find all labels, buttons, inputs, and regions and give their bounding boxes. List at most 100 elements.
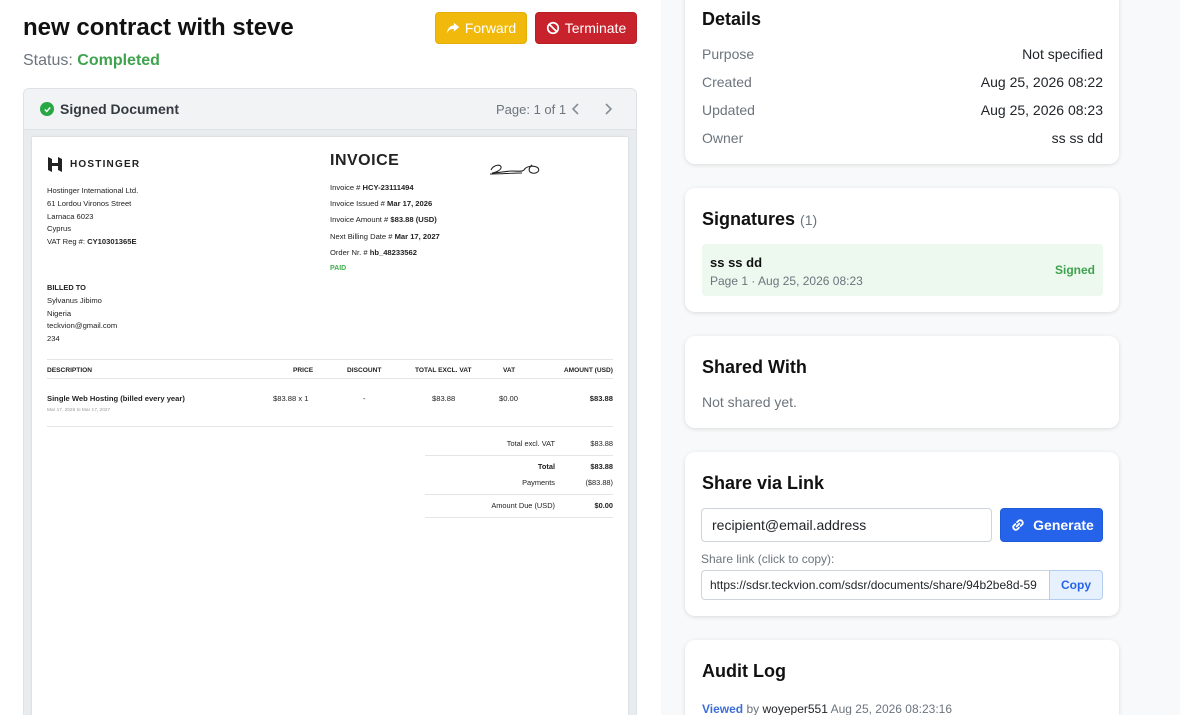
generate-label: Generate [1033,517,1094,533]
billed-line: 234 [47,334,60,344]
column-header: DESCRIPTION [47,367,93,374]
total-label: Total [537,462,555,471]
billed-line: teckvion@gmail.com [47,321,118,331]
payments-value: ($83.88) [585,478,613,487]
copy-button[interactable]: Copy [1049,570,1103,600]
item-discount: - [363,394,366,403]
signatures-card: Signatures (1) ss ss dd Page 1 · Aug 25,… [685,188,1119,312]
details-card: Details Purpose Not specified Created Au… [685,0,1119,164]
terminate-label: Terminate [564,20,627,36]
empty-state: Not shared yet. [702,394,797,410]
item-amount: $83.88 [589,394,613,403]
page-title: new contract with steve [23,14,294,41]
company-line: Hostinger International Ltd. [47,186,139,195]
email-field[interactable] [701,508,992,542]
item-vat: $0.00 [499,394,519,403]
document-panel: new contract with steve Status: Complete… [0,0,661,715]
share-arrow-icon [446,22,459,34]
document-title: Signed Document [60,101,180,117]
billed-to-heading: BILLED TO [47,283,86,292]
forward-label: Forward [464,20,517,36]
status-badge: Signed [1054,263,1095,277]
column-header: TOTAL EXCL. VAT [415,367,472,374]
audit-log-title: Audit Log [702,661,786,681]
item-period: Mar 17, 2026 to Mar 17, 2027 [47,408,111,413]
detail-label: Updated [702,102,755,118]
detail-label: Purpose [702,46,755,62]
list-item: Viewed by woyeper551 Aug 25, 2026 08:23:… [702,702,952,715]
divider [425,494,613,495]
item-description: Single Web Hosting (billed every year) [47,394,185,403]
billed-line: Nigeria [47,308,72,318]
invoice-totals: Total excl. VAT $83.88 Total $83.88 Paym… [425,439,613,519]
detail-value: Not specified [1022,46,1103,62]
amount-due-value: $0.00 [594,501,614,510]
status-label: Status: [23,52,73,69]
check-circle-icon [40,102,54,116]
billed-line: Sylvanus Jibimo [47,295,102,305]
detail-label: Owner [702,130,744,146]
invoice-info-row: Invoice Issued # Mar 17, 2026 [330,199,433,209]
document-viewer-header: Signed Document Page: 1 of 1 [24,89,636,130]
invoice-title: INVOICE [330,152,400,169]
chevron-left-icon[interactable] [568,101,584,117]
page-indicator: Page: 1 of 1 [496,102,567,117]
table-row: Single Web Hosting (billed every year) M… [47,387,613,427]
column-header: AMOUNT (USD) [563,367,613,374]
forward-button[interactable]: Forward [435,12,527,44]
billed-to: BILLED TO Sylvanus Jibimo Nigeria teckvi… [47,282,117,346]
generate-button[interactable]: Generate [1000,508,1103,542]
status-line: Status: Completed [23,52,160,70]
status-badge: Completed [77,52,160,69]
company-line: 61 Lordou Vironos Street [47,198,132,208]
signer-name: ss ss dd [710,255,763,270]
signature-image [489,164,540,175]
divider [425,517,613,518]
document-page: HOSTINGER Hostinger International Ltd. 6… [32,137,628,715]
share-link-title: Share via Link [702,473,825,493]
item-price: $83.88 x 1 [273,394,309,403]
audit-log-card: Audit Log Viewed by woyeper551 Aug 25, 2… [685,640,1119,715]
signed-document-viewer: Signed Document Page: 1 of 1 HOSTINGER H… [23,88,637,715]
company-line: Cyprus [47,224,72,234]
vat-reg: VAT Reg #: CY10301365E [47,237,137,247]
invoice-info-row: Invoice # HCY-23111494 [330,183,414,192]
invoice-table-header: DESCRIPTION PRICE DISCOUNT TOTAL EXCL. V… [47,359,613,379]
payments-label: Payments [522,478,555,487]
invoice-info-row: Invoice Amount # $83.88 (USD) [330,215,437,225]
terminate-button[interactable]: Terminate [535,12,637,44]
shared-with-card: Shared With Not shared yet. [685,336,1119,428]
invoice-info-row: Next Billing Date # Mar 17, 2027 [330,231,440,241]
invoice-info: Invoice # HCY-23111494 Invoice Issued # … [330,180,440,277]
link-icon [1012,519,1024,531]
hostinger-logo: HOSTINGER [47,157,140,172]
detail-value: Aug 25, 2026 08:22 [980,74,1103,90]
detail-label: Created [702,74,752,90]
shared-with-title: Shared With [702,357,807,377]
total-excl-vat-value: $83.88 [590,439,613,448]
signatures-title: Signatures (1) [702,209,817,230]
company-address: Hostinger International Ltd. 61 Lordou V… [47,185,138,249]
total-value: $83.88 [590,462,613,471]
list-item: ss ss dd Page 1 · Aug 25, 2026 08:23 Sig… [702,244,1103,296]
audit-by: by [746,702,760,715]
column-header: DISCOUNT [347,367,382,374]
column-header: VAT [503,367,516,374]
signatures-heading: Signatures [702,209,796,229]
brand-name: HOSTINGER [70,159,141,170]
details-title: Details [702,9,762,29]
detail-value: Aug 25, 2026 08:23 [980,102,1103,118]
chevron-right-icon[interactable] [600,101,616,117]
company-line: Larnaca 6023 [47,211,94,221]
divider [425,455,613,456]
total-excl-vat-label: Total excl. VAT [506,439,555,448]
column-header: PRICE [293,367,314,374]
audit-action: Viewed [702,702,744,715]
audit-time: Aug 25, 2026 08:23:16 [830,702,953,715]
paid-stamp: PAID [330,265,347,273]
invoice-info-row: Order Nr. # hb_48233562 [330,247,417,257]
item-total-excl-vat: $83.88 [432,394,456,403]
detail-value: ss ss dd [1051,130,1103,146]
audit-user: woyeper551 [762,702,828,715]
share-link-field[interactable] [701,570,1050,600]
